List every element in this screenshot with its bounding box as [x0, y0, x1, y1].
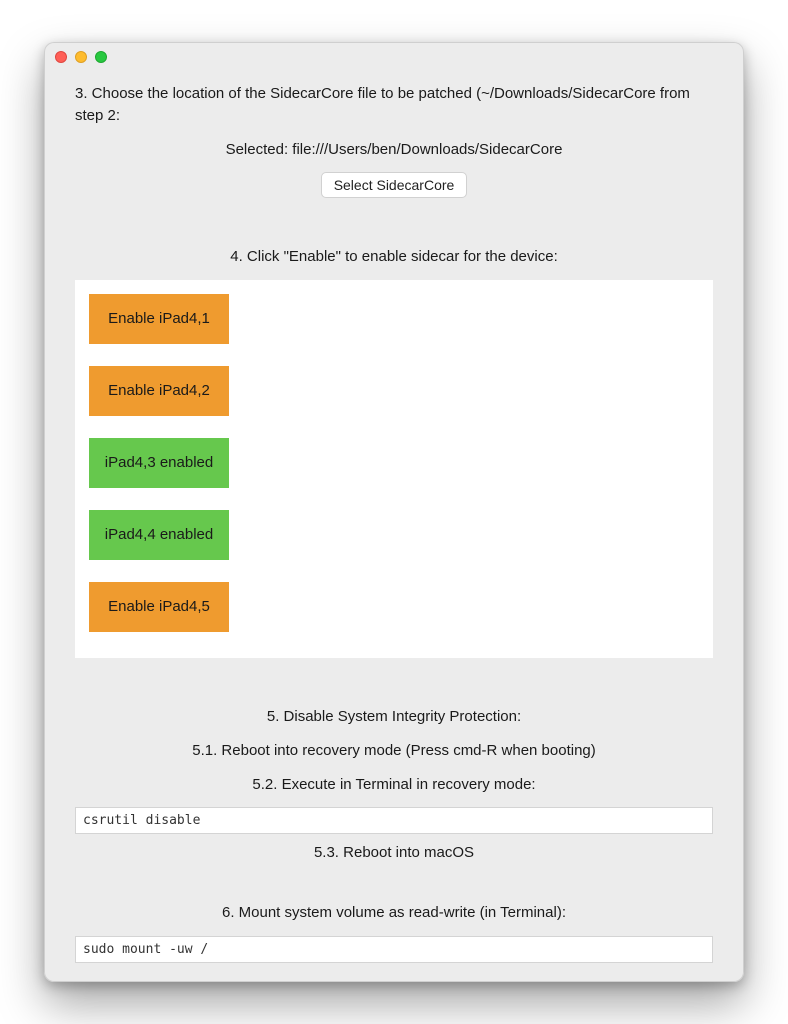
step5-title: 5. Disable System Integrity Protection: [75, 706, 713, 728]
ipad4-3-enabled-button[interactable]: iPad4,3 enabled [89, 438, 229, 488]
minimize-icon[interactable] [75, 51, 87, 63]
maximize-icon[interactable] [95, 51, 107, 63]
step6-text: 6. Mount system volume as read-write (in… [75, 902, 713, 924]
step5-3-text: 5.3. Reboot into macOS [75, 842, 713, 864]
enable-ipad4-5-button[interactable]: Enable iPad4,5 [89, 582, 229, 632]
app-window: 3. Choose the location of the SidecarCor… [44, 42, 744, 982]
step4-text: 4. Click "Enable" to enable sidecar for … [75, 246, 713, 268]
step5-1-text: 5.1. Reboot into recovery mode (Press cm… [75, 740, 713, 762]
select-sidecarcore-button[interactable]: Select SidecarCore [321, 172, 468, 198]
step3-selected: Selected: file:///Users/ben/Downloads/Si… [75, 139, 713, 161]
mount-command[interactable]: sudo mount -uw / [75, 936, 713, 963]
enable-ipad4-2-button[interactable]: Enable iPad4,2 [89, 366, 229, 416]
csrutil-command[interactable]: csrutil disable [75, 807, 713, 834]
device-panel: Enable iPad4,1 Enable iPad4,2 iPad4,3 en… [75, 280, 713, 658]
step3-text: 3. Choose the location of the SidecarCor… [75, 83, 713, 127]
enable-ipad4-1-button[interactable]: Enable iPad4,1 [89, 294, 229, 344]
step5-2-text: 5.2. Execute in Terminal in recovery mod… [75, 774, 713, 796]
window-titlebar [45, 43, 107, 71]
close-icon[interactable] [55, 51, 67, 63]
ipad4-4-enabled-button[interactable]: iPad4,4 enabled [89, 510, 229, 560]
